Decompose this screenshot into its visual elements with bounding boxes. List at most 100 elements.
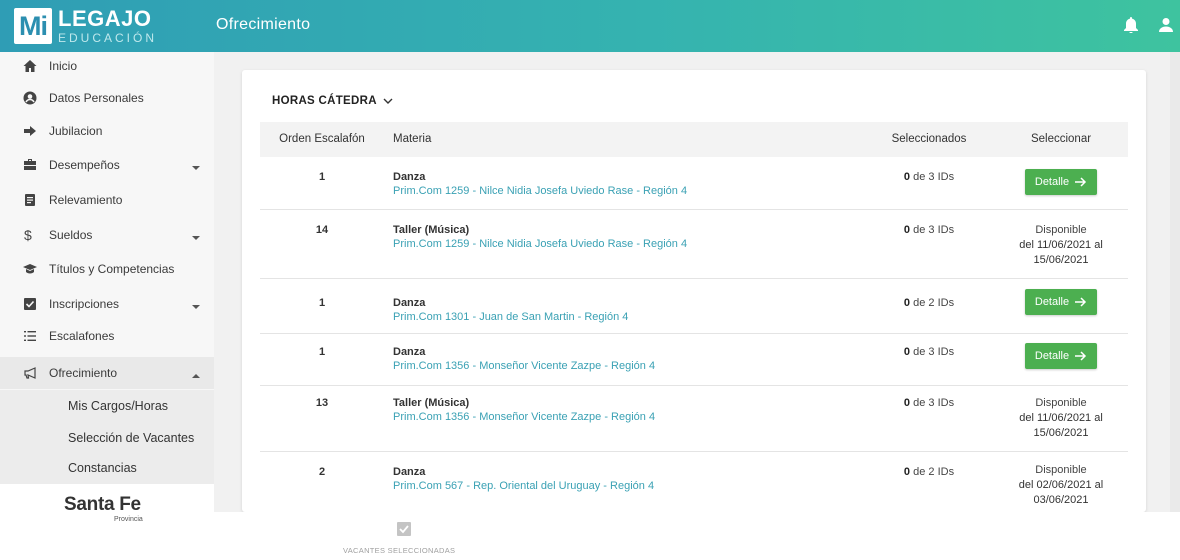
col-seleccionados: Seleccionados [891,133,967,145]
sidebar-item-jubilacion[interactable]: Jubilacion [0,115,214,147]
app-logo[interactable]: Mi LEGAJO EDUCACIÓN [14,5,157,47]
disponible-label: Disponible [1035,464,1087,476]
seleccionados-cell: 0 de 3 IDs [866,224,992,236]
detalle-button[interactable]: Detalle [1025,343,1097,369]
sidebar-item-label: Inscripciones [49,297,120,311]
sel-count: 0 [903,397,911,409]
detalle-button[interactable]: Detalle [1025,169,1097,195]
sel-count: 0 [903,224,911,236]
disponible-from: del 02/06/2021 al [1018,479,1104,491]
sidebar-item-label: Inicio [49,59,78,73]
orden-cell: 1 [318,171,326,183]
list-icon [23,329,37,343]
bell-icon[interactable] [1124,17,1138,38]
escuela-link[interactable]: Prim.Com 1259 - Nilce Nidia Josefa Uvied… [393,185,687,197]
sidebar-item-label: Escalafones [49,329,115,343]
chevron-down-icon [192,160,200,174]
col-orden: Orden Escalafón [279,133,365,145]
escuela-link[interactable]: Prim.Com 1356 - Monseñor Vicente Zazpe -… [393,411,655,423]
checkbox-checked-icon[interactable] [396,521,412,542]
materia-name: Danza [393,346,426,358]
sel-text: de 3 IDs [913,224,955,236]
table-header: Orden Escalafón Materia Seleccionados Se… [260,122,1128,157]
escuela-link[interactable]: Prim.Com 1356 - Monseñor Vicente Zazpe -… [393,360,655,372]
col-materia: Materia [393,133,432,145]
sidebar-item-titulos[interactable]: Títulos y Competencias [0,253,214,285]
chevron-down-icon [192,299,200,313]
sidebar-item-label: Títulos y Competencias [49,262,175,276]
ofrecimiento-card: HORAS CÁTEDRA Orden Escalafón Materia Se… [242,70,1146,512]
bottom-bar: VACANTES SELECCIONADAS [214,512,1180,560]
dollar-icon: $ [24,227,32,243]
page-title: Ofrecimiento [216,16,311,33]
sel-count: 0 [903,346,911,358]
escuela-link[interactable]: Prim.Com 1259 - Nilce Nidia Josefa Uvied… [393,238,687,250]
sidebar-item-sueldos[interactable]: $ Sueldos [0,219,214,251]
orden-cell: 1 [318,346,326,358]
section-title: HORAS CÁTEDRA [272,95,377,107]
disponible-info: Disponible del 11/06/2021 al 15/06/2021 [1019,396,1103,441]
detalle-label: Detalle [1034,176,1070,188]
table-row: 2 Danza Prim.Com 567 - Rep. Oriental del… [260,452,1128,512]
seleccionados-cell: 0 de 3 IDs [866,171,992,183]
orden-cell: 13 [315,397,329,409]
sel-text: de 3 IDs [913,397,955,409]
materia-name: Danza [393,171,426,183]
section-toggle-horas-catedra[interactable]: HORAS CÁTEDRA [272,95,393,107]
chevron-down-icon [192,230,200,244]
sidebar-subitem-mis-cargos[interactable]: Mis Cargos/Horas [0,390,214,422]
chevron-up-icon [192,368,200,382]
sidebar-subitem-label: Mis Cargos/Horas [68,399,169,413]
disponible-to: 15/06/2021 [1033,254,1089,266]
detalle-label: Detalle [1034,350,1070,362]
santa-fe-logo-sub: Provincia [114,516,143,523]
escuela-link[interactable]: Prim.Com 1301 - Juan de San Martin - Reg… [393,311,628,323]
vacantes-seleccionadas-label[interactable]: VACANTES SELECCIONADAS [343,546,455,555]
sidebar-item-label: Jubilacion [49,124,103,138]
sidebar-subitem-label: Selección de Vacantes [68,431,195,445]
clipboard-icon [23,193,37,207]
disponible-info: Disponible del 11/06/2021 al 15/06/2021 [1019,223,1103,268]
sidebar-item-inicio[interactable]: Inicio [0,50,214,82]
escuela-link[interactable]: Prim.Com 567 - Rep. Oriental del Uruguay… [393,480,654,492]
seleccionados-cell: 0 de 2 IDs [866,297,992,309]
santa-fe-logo: Santa Fe [64,494,141,515]
sidebar-item-desempenos[interactable]: Desempeños [0,149,214,181]
logo-title: LEGAJO [58,6,152,31]
sel-count: 0 [903,297,911,309]
home-icon [23,59,37,73]
checkbox-icon [23,297,37,311]
logo-mi: Mi [14,8,52,44]
arrow-right-icon [23,124,37,138]
scrollbar[interactable] [1170,52,1180,512]
sidebar-subitem-seleccion-vacantes[interactable]: Selección de Vacantes [0,422,214,454]
sidebar-footer: Santa Fe Provincia [0,484,214,560]
table-row: 1 Danza Prim.Com 1301 - Juan de San Mart… [260,279,1128,334]
table-row: 1 Danza Prim.Com 1356 - Monseñor Vicente… [260,334,1128,386]
chevron-down-icon [383,98,393,104]
seleccionados-cell: 0 de 3 IDs [866,397,992,409]
sidebar-item-relevamiento[interactable]: Relevamiento [0,184,214,216]
seleccionados-cell: 0 de 3 IDs [866,346,992,358]
arrow-right-icon [1075,177,1087,187]
sidebar-item-ofrecimiento[interactable]: Ofrecimiento [0,357,214,389]
materia-name: Danza [393,297,426,309]
sidebar-item-escalafones[interactable]: Escalafones [0,320,214,352]
sidebar-item-label: Desempeños [49,158,120,172]
detalle-button[interactable]: Detalle [1025,289,1097,315]
table-row: 1 Danza Prim.Com 1259 - Nilce Nidia Jose… [260,157,1128,210]
sel-text: de 2 IDs [913,466,955,478]
detalle-label: Detalle [1034,296,1070,308]
sidebar-subitem-constancias[interactable]: Constancias [0,452,214,484]
sidebar-item-label: Sueldos [49,228,93,242]
disponible-to: 15/06/2021 [1033,427,1089,439]
disponible-info: Disponible del 02/06/2021 al 03/06/2021 [1019,463,1103,508]
sidebar-item-inscripciones[interactable]: Inscripciones [0,288,214,320]
sidebar-item-label: Relevamiento [49,193,123,207]
materia-name: Taller (Música) [393,224,470,236]
arrow-right-icon [1075,297,1087,307]
user-icon[interactable] [1158,17,1174,38]
sidebar-item-datos-personales[interactable]: Datos Personales [0,82,214,114]
sidebar-item-label: Datos Personales [49,91,144,105]
sel-text: de 3 IDs [913,171,955,183]
